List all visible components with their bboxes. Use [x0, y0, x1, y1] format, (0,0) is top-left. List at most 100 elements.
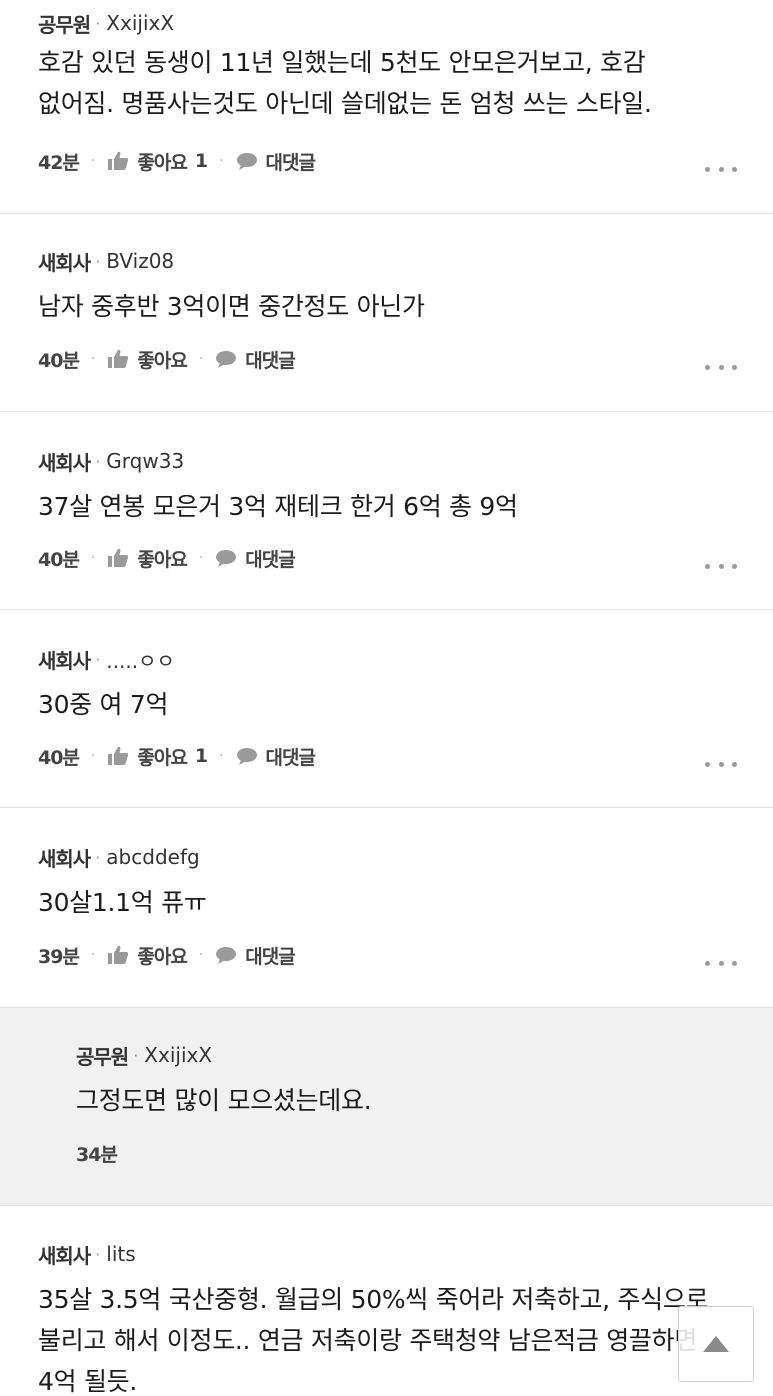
comment-line: 37살 연봉 모은거 3억 재테크 한거 6억 총 9억	[38, 492, 518, 521]
footer-separator: ·	[90, 351, 96, 367]
comment-text: 35살 3.5억 국산중형. 월급의 50%씩 죽어라 저축하고, 주식으로 불…	[38, 1279, 753, 1396]
like-label: 좋아요	[137, 151, 187, 174]
nickname[interactable]: lits	[106, 1242, 135, 1266]
company-label[interactable]: 공무원	[38, 9, 91, 38]
comment-meta: 공무원 · XxijixX	[38, 9, 174, 38]
speech-bubble-icon	[216, 351, 237, 368]
more-dots-icon[interactable]	[705, 164, 737, 174]
comment-footer: 40분 · 좋아요 · 대댓글	[38, 344, 296, 374]
timestamp: 34분	[76, 1143, 118, 1166]
like-count: 1	[194, 745, 208, 767]
thumbs-up-icon	[108, 945, 129, 964]
reply-label: 대댓글	[265, 151, 316, 174]
company-label[interactable]: 새회사	[38, 1240, 91, 1269]
comment-text: 30중 여 7억	[38, 684, 723, 725]
timestamp: 39분	[38, 945, 80, 968]
comment-item: 공무원 · XxijixX 호감 있던 동생이 11년 일했는데 5천도 안모은…	[0, 0, 773, 214]
thumbs-up-icon	[108, 548, 129, 567]
comment-meta: 공무원 · XxijixX	[76, 1041, 212, 1070]
comment-line: 30살1.1억 퓨ㅠ	[38, 888, 207, 917]
reply-button[interactable]: 대댓글	[236, 148, 316, 175]
comment-line: 불리고 해서 이정도.. 연금 저축이랑 주택청약 남은적금 영끌하면	[38, 1326, 698, 1355]
footer-separator: ·	[90, 550, 96, 566]
nickname[interactable]: XxijixX	[106, 11, 174, 35]
comment-meta: 새회사 · Grqw33	[38, 447, 184, 476]
timestamp: 40분	[38, 746, 80, 769]
nickname[interactable]: BViz08	[106, 249, 174, 273]
comment-meta: 새회사 · abcddefg	[38, 843, 200, 872]
reply-button[interactable]: 대댓글	[215, 942, 296, 969]
comment-meta: 새회사 · BViz08	[38, 247, 174, 276]
company-label[interactable]: 공무원	[76, 1041, 129, 1070]
comment-item: 새회사 · .....ㅇㅇ 30중 여 7억 40분 · 좋아요 1 · 대댓글	[0, 610, 773, 808]
company-label[interactable]: 새회사	[38, 843, 91, 872]
reply-button[interactable]: 대댓글	[236, 743, 316, 770]
reply-label: 대댓글	[245, 548, 295, 571]
timestamp: 42분	[38, 151, 80, 174]
meta-separator: ·	[133, 1045, 139, 1065]
comment-line: 남자 중후반 3억이면 중간정도 아닌가	[38, 292, 425, 321]
speech-bubble-icon	[236, 153, 257, 170]
nickname[interactable]: XxijixX	[144, 1043, 212, 1067]
footer-separator: ·	[198, 947, 204, 963]
comment-meta: 새회사 · lits	[38, 1240, 136, 1269]
meta-separator: ·	[95, 451, 101, 471]
reply-button[interactable]: 대댓글	[215, 346, 296, 373]
speech-bubble-icon	[236, 748, 257, 765]
nickname[interactable]: abcddefg	[106, 845, 199, 869]
company-label[interactable]: 새회사	[38, 447, 91, 476]
company-label[interactable]: 새회사	[38, 247, 91, 276]
nickname[interactable]: .....ㅇㅇ	[106, 645, 175, 674]
reply-button[interactable]: 대댓글	[215, 545, 296, 572]
timestamp: 40분	[38, 548, 80, 571]
more-dots-icon[interactable]	[705, 759, 737, 769]
more-dots-icon[interactable]	[705, 561, 737, 571]
arrow-up-icon	[703, 1336, 729, 1352]
like-label: 좋아요	[137, 945, 187, 968]
thumbs-up-icon	[108, 746, 129, 765]
comment-footer: 42분 · 좋아요 1 · 대댓글	[38, 146, 316, 176]
comment-item: 새회사 · lits 35살 3.5억 국산중형. 월급의 50%씩 죽어라 저…	[0, 1206, 773, 1396]
like-button[interactable]: 좋아요	[107, 545, 188, 572]
meta-separator: ·	[95, 1244, 101, 1264]
reply-label: 대댓글	[265, 746, 316, 769]
comment-text: 남자 중후반 3억이면 중간정도 아닌가	[38, 286, 723, 327]
like-label: 좋아요	[137, 349, 187, 372]
meta-separator: ·	[95, 847, 101, 867]
scroll-to-top-button[interactable]	[678, 1306, 754, 1382]
comment-item: 새회사 · Grqw33 37살 연봉 모은거 3억 재테크 한거 6억 총 9…	[0, 412, 773, 610]
like-button[interactable]: 좋아요 1	[107, 148, 208, 175]
footer-separator: ·	[198, 351, 204, 367]
comment-line: 30중 여 7억	[38, 690, 169, 719]
footer-separator: ·	[90, 947, 96, 963]
comment-meta: 새회사 · .....ㅇㅇ	[38, 645, 175, 674]
comment-item: 새회사 · abcddefg 30살1.1억 퓨ㅠ 39분 · 좋아요 · 대댓…	[0, 808, 773, 1008]
comment-line: 호감 있던 동생이 11년 일했는데 5천도 안모은거보고, 호감	[38, 48, 646, 77]
comment-footer: 40분 · 좋아요 · 대댓글	[38, 543, 296, 573]
comment-line: 없어짐. 명품사는것도 아닌데 쓸데없는 돈 엄청 쓰는 스타일.	[38, 89, 652, 118]
speech-bubble-icon	[216, 550, 237, 567]
company-label[interactable]: 새회사	[38, 645, 91, 674]
like-count: 1	[194, 150, 208, 172]
meta-separator: ·	[95, 13, 101, 33]
comment-text: 그정도면 많이 모으셨는데요.	[76, 1080, 723, 1121]
meta-separator: ·	[95, 251, 101, 271]
nickname[interactable]: Grqw33	[106, 449, 184, 473]
like-button[interactable]: 좋아요	[107, 346, 188, 373]
more-dots-icon[interactable]	[705, 958, 737, 968]
comment-line: 4억 될듯.	[38, 1367, 137, 1396]
comment-footer: 34분	[76, 1138, 118, 1168]
speech-bubble-icon	[216, 947, 237, 964]
reply-item: 공무원 · XxijixX 그정도면 많이 모으셨는데요. 34분	[0, 1008, 773, 1206]
comment-footer: 39분 · 좋아요 · 대댓글	[38, 940, 296, 970]
footer-separator: ·	[219, 153, 224, 169]
comment-text: 30살1.1억 퓨ㅠ	[38, 882, 723, 923]
like-label: 좋아요	[137, 746, 187, 769]
footer-separator: ·	[90, 748, 96, 764]
footer-separator: ·	[219, 748, 224, 764]
comment-text: 37살 연봉 모은거 3억 재테크 한거 6억 총 9억	[38, 486, 723, 527]
like-button[interactable]: 좋아요 1	[107, 743, 208, 770]
comment-line: 35살 3.5억 국산중형. 월급의 50%씩 죽어라 저축하고, 주식으로	[38, 1285, 709, 1314]
like-button[interactable]: 좋아요	[107, 942, 188, 969]
more-dots-icon[interactable]	[705, 362, 737, 372]
